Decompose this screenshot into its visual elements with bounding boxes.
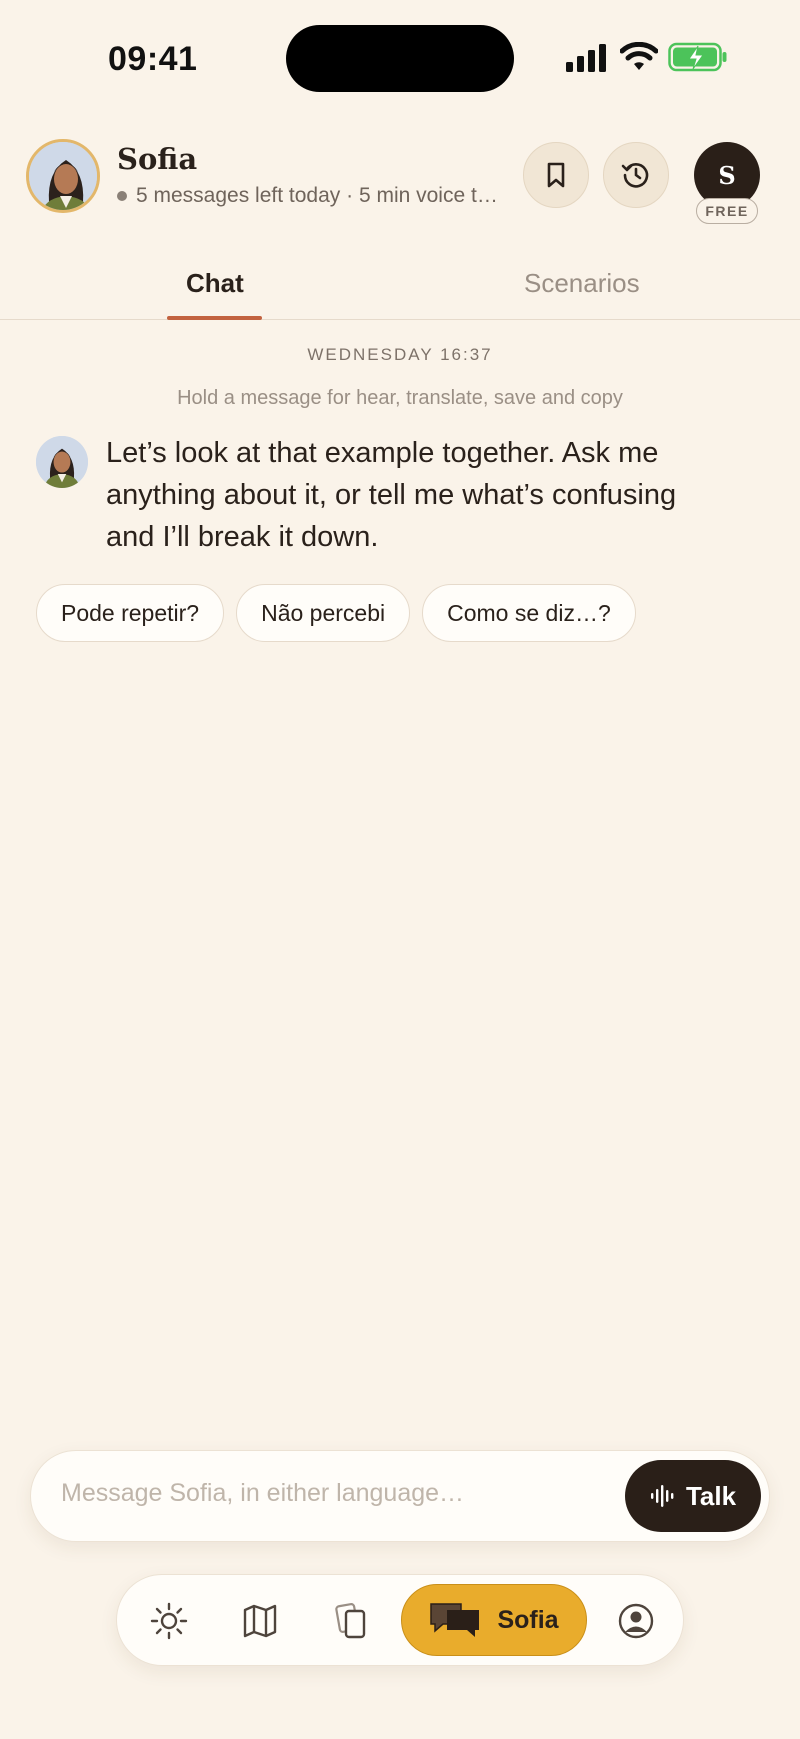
tutor-avatar[interactable] <box>26 139 100 213</box>
chat-bubbles-icon <box>430 1603 480 1637</box>
message-input[interactable] <box>61 1479 531 1508</box>
suggestion-chips: Pode repetir? Não percebi Como se diz…? <box>36 584 636 642</box>
usage-status-text: 5 messages left today · 5 min voice this… <box>136 184 507 207</box>
nav-daily[interactable] <box>143 1595 195 1647</box>
tutor-portrait-icon <box>36 436 88 488</box>
waveform-icon <box>650 1485 674 1507</box>
cards-icon <box>335 1603 366 1639</box>
nav-sofia-label: Sofia <box>497 1605 559 1634</box>
chat-header: Sofia 5 messages left today · 5 min voic… <box>0 138 800 224</box>
tutor-portrait-icon <box>29 142 97 210</box>
history-button[interactable] <box>603 142 669 208</box>
nav-map[interactable] <box>234 1595 286 1647</box>
history-icon <box>621 163 649 188</box>
tab-chat[interactable]: Chat <box>186 268 244 299</box>
status-bar: 09:41 <box>0 0 800 118</box>
active-tab-indicator <box>167 316 262 320</box>
bookmark-icon <box>547 162 565 188</box>
usage-status: 5 messages left today · 5 min voice this… <box>117 184 507 208</box>
cellular-signal-icon <box>566 44 606 72</box>
message-composer: Talk <box>30 1450 770 1542</box>
battery-charging-icon <box>668 42 727 72</box>
status-dot <box>117 191 127 201</box>
status-time: 09:41 <box>108 40 198 78</box>
assistant-message[interactable]: Let’s look at that example together. Ask… <box>106 432 686 558</box>
plan-badge: FREE <box>696 198 758 224</box>
map-icon <box>243 1604 277 1638</box>
talk-label: Talk <box>685 1480 737 1511</box>
tab-bar: Chat Scenarios <box>0 254 800 320</box>
user-circle-icon <box>618 1603 654 1639</box>
tutor-name: Sofia <box>117 142 198 176</box>
talk-button[interactable]: Talk <box>625 1460 761 1532</box>
suggestion-chip[interactable]: Como se diz…? <box>422 584 636 642</box>
nav-cards[interactable] <box>326 1595 378 1647</box>
tab-scenarios[interactable]: Scenarios <box>524 268 640 299</box>
chat-hint: Hold a message for hear, translate, save… <box>177 387 623 409</box>
bottom-nav: Sofia <box>116 1574 684 1666</box>
dynamic-island <box>286 25 514 92</box>
suggestion-chip[interactable]: Não percebi <box>236 584 411 642</box>
saved-button[interactable] <box>523 142 589 208</box>
wifi-icon <box>620 42 658 70</box>
suggestion-chip[interactable]: Pode repetir? <box>36 584 225 642</box>
nav-profile[interactable] <box>610 1595 662 1647</box>
sun-icon <box>150 1602 188 1640</box>
message-avatar <box>36 436 88 488</box>
chat-timestamp: WEDNESDAY 16:37 <box>307 345 493 364</box>
nav-sofia[interactable]: Sofia <box>401 1584 587 1656</box>
